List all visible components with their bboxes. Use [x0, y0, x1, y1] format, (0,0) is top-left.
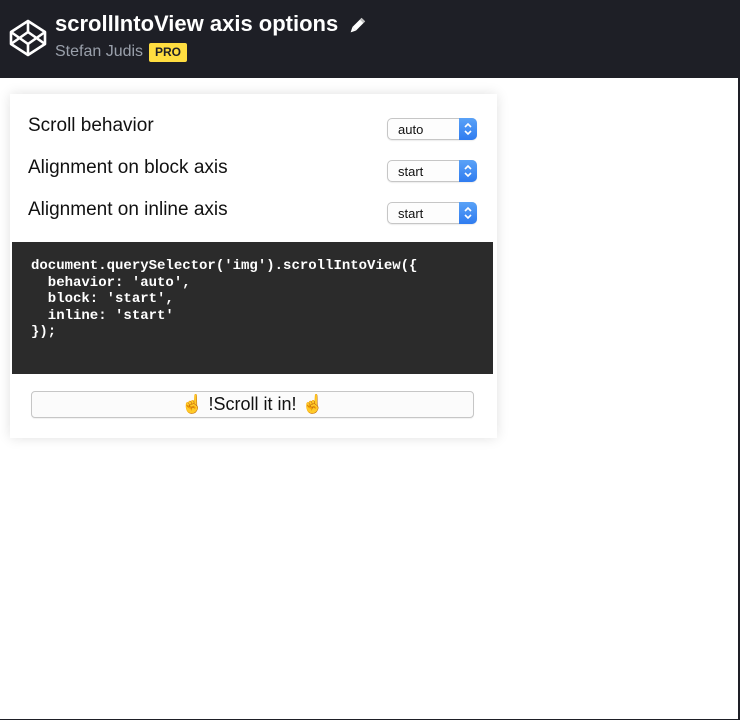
- demo-panel: Scroll behavior auto Alignment on block …: [10, 94, 497, 438]
- block-axis-label: Alignment on block axis: [28, 157, 228, 178]
- up-down-chevron-icon: [459, 160, 477, 182]
- pencil-icon[interactable]: [347, 16, 367, 36]
- block-axis-select[interactable]: start: [387, 160, 477, 182]
- inline-axis-value: start: [398, 206, 424, 221]
- code-text: document.querySelector('img').scrollInto…: [31, 258, 418, 340]
- codepen-logo-icon[interactable]: [8, 18, 48, 58]
- scroll-it-in-button[interactable]: ☝️ !Scroll it in! ☝️: [31, 391, 474, 418]
- pen-title: scrollIntoView axis options: [55, 11, 339, 36]
- scroll-behavior-label: Scroll behavior: [28, 115, 154, 136]
- scroll-behavior-value: auto: [398, 122, 424, 137]
- header-bar: scrollIntoView axis options Stefan Judis…: [0, 0, 740, 78]
- pro-badge: PRO: [149, 43, 188, 62]
- scroll-behavior-select[interactable]: auto: [387, 118, 477, 140]
- author-name[interactable]: Stefan Judis: [55, 43, 143, 61]
- code-snippet: document.querySelector('img').scrollInto…: [12, 242, 493, 374]
- block-axis-value: start: [398, 164, 424, 179]
- up-down-chevron-icon: [459, 202, 477, 224]
- inline-axis-label: Alignment on inline axis: [28, 199, 228, 220]
- inline-axis-select[interactable]: start: [387, 202, 477, 224]
- up-down-chevron-icon: [459, 118, 477, 140]
